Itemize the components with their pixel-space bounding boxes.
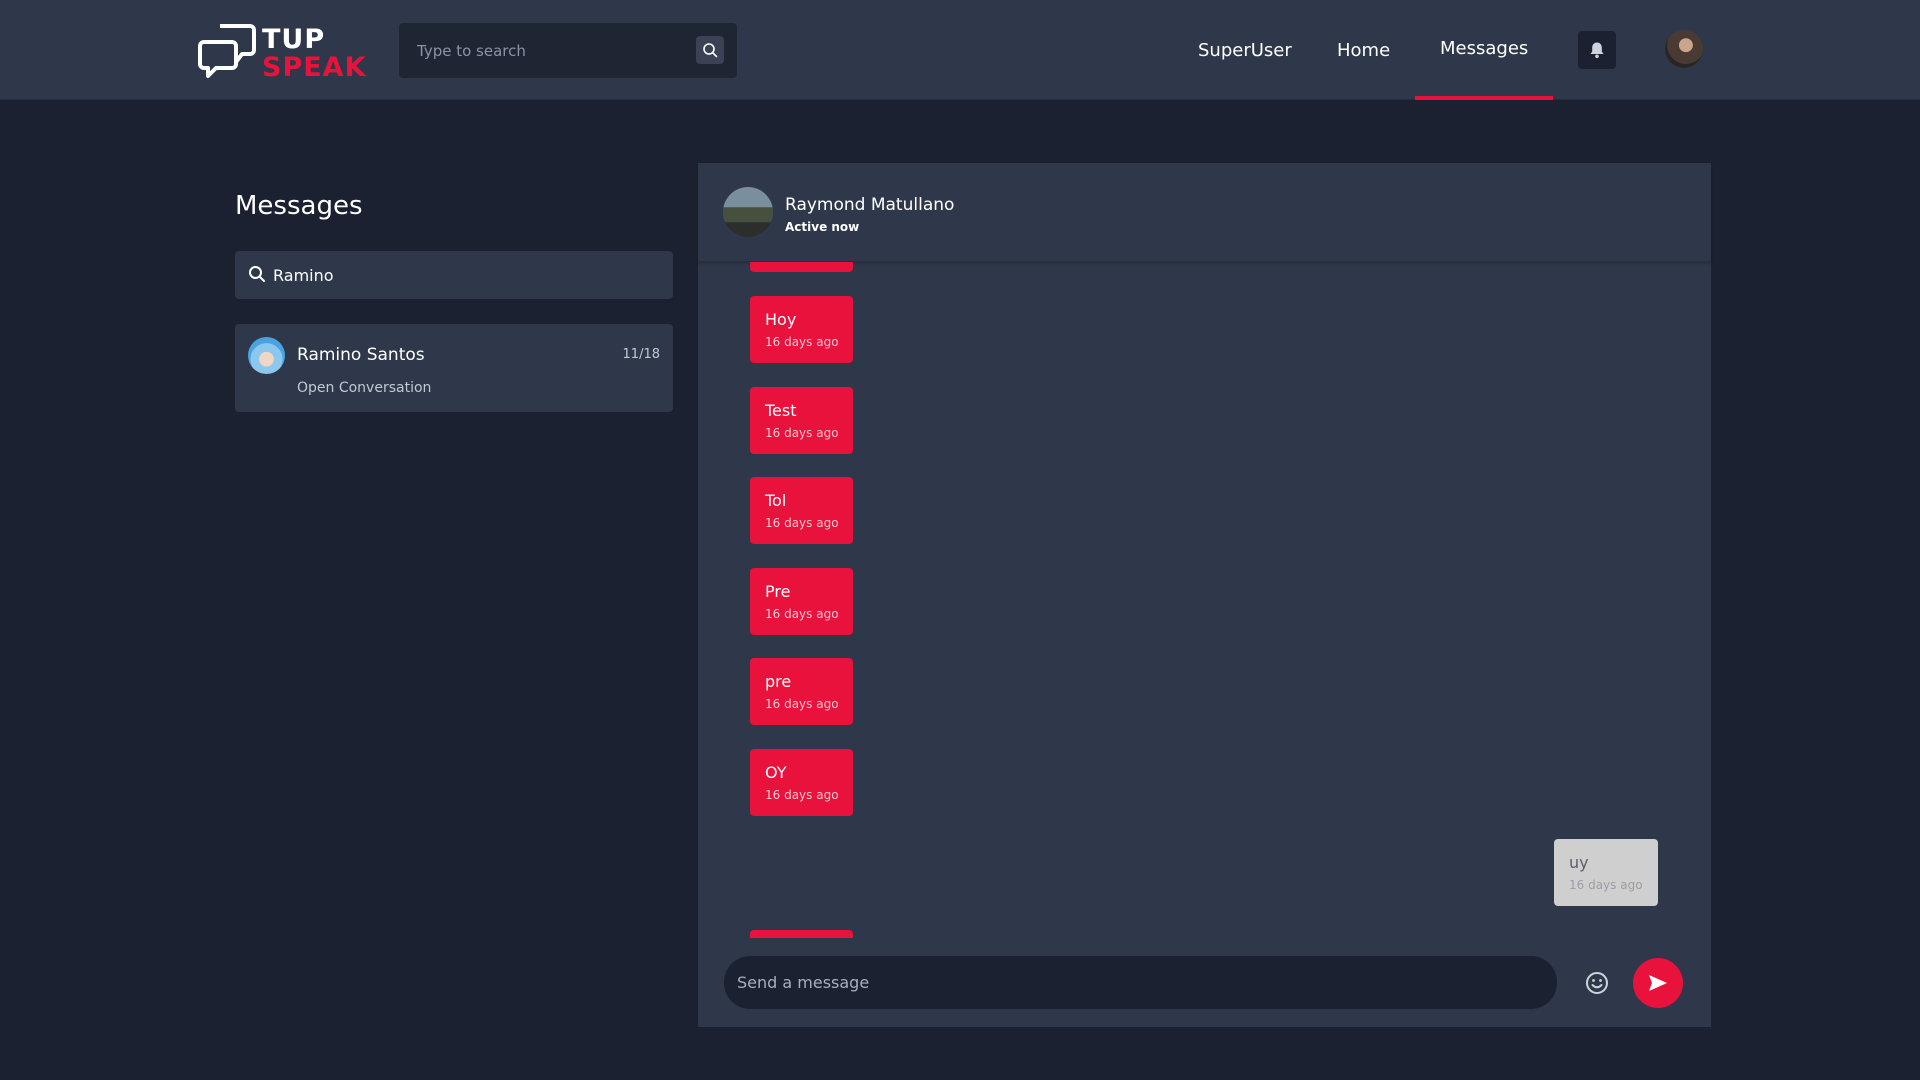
message-time: 16 days ago	[765, 516, 839, 530]
emoji-icon	[1586, 972, 1608, 994]
message-bubble: pre 16 days ago	[750, 658, 853, 725]
emoji-button[interactable]	[1584, 970, 1610, 996]
message-time: 16 days ago	[765, 607, 839, 621]
global-search-input[interactable]	[417, 23, 687, 78]
global-search-button[interactable]	[696, 36, 724, 64]
message-composer	[724, 956, 1557, 1009]
message-time: 16 days ago	[1569, 878, 1643, 892]
send-button[interactable]	[1633, 958, 1683, 1008]
message-text: Pre	[765, 582, 791, 601]
message-time: 16 days ago	[765, 697, 839, 711]
message-bubble-partial	[750, 262, 853, 272]
contact-name: Raymond Matullano	[785, 195, 955, 215]
message-bubble: OY 16 days ago	[750, 749, 853, 816]
notifications-button[interactable]	[1578, 31, 1616, 69]
message-time: 16 days ago	[765, 335, 839, 349]
nav-home[interactable]: Home	[1337, 36, 1390, 66]
chat-bubbles-icon	[198, 24, 256, 78]
conversation-name: Ramino Santos	[297, 345, 425, 365]
contact-status: Active now	[785, 220, 860, 234]
logo-text-bottom: SPEAK	[262, 52, 367, 83]
chat-header: Raymond Matullano Active now	[698, 163, 1711, 262]
message-bubble: Pre 16 days ago	[750, 568, 853, 635]
message-bubble-outgoing: uy 16 days ago	[1554, 839, 1658, 906]
bell-icon	[1590, 42, 1604, 59]
global-search	[399, 23, 737, 78]
message-text: pre	[765, 672, 792, 691]
nav-messages[interactable]: Messages	[1440, 34, 1528, 64]
conversation-date: 11/18	[622, 347, 660, 362]
send-icon	[1649, 975, 1667, 991]
avatar	[248, 337, 285, 374]
nav-active-indicator	[1415, 96, 1553, 100]
message-text: Hoy	[765, 310, 797, 329]
message-time: 16 days ago	[765, 426, 839, 440]
message-bubble-partial	[750, 930, 853, 938]
message-text: Tol	[765, 491, 787, 510]
logo-text-top: TUP	[262, 24, 326, 55]
nav-superuser[interactable]: SuperUser	[1198, 36, 1292, 66]
search-icon	[249, 266, 265, 282]
chat-panel: Raymond Matullano Active now Hoy 16 days…	[698, 163, 1711, 1027]
app-logo[interactable]: TUP SPEAK	[198, 18, 368, 84]
profile-avatar[interactable]	[1665, 30, 1703, 68]
message-time: 16 days ago	[765, 788, 839, 802]
conversation-search	[235, 251, 673, 299]
conversation-search-input[interactable]	[273, 251, 653, 299]
message-text: OY	[765, 763, 787, 782]
message-bubble: Tol 16 days ago	[750, 477, 853, 544]
avatar	[723, 187, 773, 237]
message-text: uy	[1569, 853, 1589, 872]
search-icon	[703, 43, 718, 58]
conversation-item[interactable]: Ramino Santos 11/18 Open Conversation	[235, 324, 673, 412]
open-conversation-link[interactable]: Open Conversation	[297, 379, 431, 397]
message-text: Test	[765, 401, 797, 420]
message-input[interactable]	[737, 956, 1537, 1009]
message-bubble: Hoy 16 days ago	[750, 296, 853, 363]
top-navbar: TUP SPEAK SuperUser Home Messages	[0, 0, 1920, 100]
message-bubble: Test 16 days ago	[750, 387, 853, 454]
page-title: Messages	[235, 191, 363, 221]
